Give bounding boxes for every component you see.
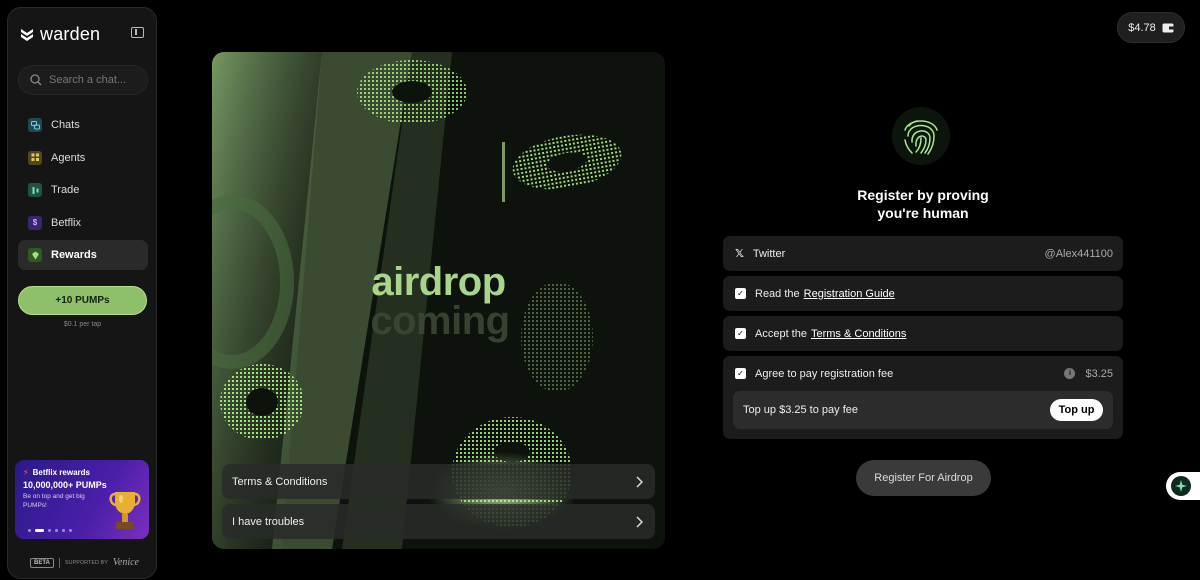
topup-button[interactable]: Top up [1050, 399, 1103, 421]
logo[interactable]: warden [20, 24, 100, 45]
chevron-right-icon [636, 515, 643, 528]
twitter-handle: @Alex441100 [1044, 247, 1113, 260]
sidebar-item-trade[interactable]: Trade [18, 175, 148, 205]
search-icon [30, 74, 42, 86]
hero-subtitle: is coming [327, 299, 510, 343]
troubles-row[interactable]: I have troubles [222, 504, 655, 539]
row-label: I have troubles [232, 515, 305, 528]
sidebar: warden Chats Agents Trade [7, 7, 157, 579]
chat-icon [28, 118, 42, 132]
twitter-label: Twitter [752, 247, 786, 260]
promo-description: Be on top and get big PUMPs! [23, 493, 85, 509]
sidebar-item-label: Rewards [51, 249, 97, 261]
register-airdrop-button[interactable]: Register For Airdrop [856, 460, 991, 496]
sidebar-item-rewards[interactable]: Rewards [18, 240, 148, 270]
chevron-right-icon [636, 475, 643, 488]
promo-title-text: Betflix rewards [32, 468, 90, 477]
sidebar-item-betflix[interactable]: $ Betflix [18, 208, 148, 238]
sidebar-item-label: Betflix [51, 216, 81, 229]
twitter-row[interactable]: 𝕏 Twitter @Alex441100 [723, 236, 1123, 271]
fee-checkbox[interactable]: ✓ [735, 368, 746, 379]
pump-tap-button[interactable]: +10 PUMPs [18, 286, 147, 315]
wallet-balance-button[interactable]: $4.78 [1117, 12, 1185, 43]
collapse-sidebar-icon[interactable] [131, 27, 144, 38]
fee-label: Agree to pay registration fee [755, 367, 894, 380]
topup-row: Top up $3.25 to pay fee Top up [733, 391, 1113, 429]
carousel-dot[interactable] [69, 529, 72, 532]
betflix-promo-card[interactable]: ⚡ Betflix rewards 10,000,000+ PUMPs Be o… [15, 460, 149, 539]
search-bar[interactable] [18, 65, 148, 95]
promo-title: ⚡ Betflix rewards [23, 468, 141, 477]
carousel-dot[interactable] [55, 529, 58, 532]
balance-amount: $4.78 [1128, 21, 1156, 34]
fee-amount: $3.25 [1085, 367, 1113, 380]
terms-prefix: Accept the [755, 327, 807, 340]
carousel-dot[interactable] [62, 529, 65, 532]
carousel-dot[interactable] [28, 529, 31, 532]
guide-checkbox[interactable]: ✓ [735, 288, 746, 299]
carousel-dot[interactable] [48, 529, 51, 532]
sidebar-footer: BETA SUPPORTED BY Venice [30, 557, 139, 568]
guide-prefix: Read the [755, 287, 800, 300]
logo-text: warden [40, 24, 101, 44]
sidebar-nav: Chats Agents Trade $ Betflix Rewards [18, 110, 148, 273]
registration-guide-link[interactable]: Registration Guide [804, 288, 895, 300]
register-title: Register by proving you're human [723, 186, 1123, 222]
trophy-icon [109, 492, 141, 529]
terms-checkbox[interactable]: ✓ [735, 328, 746, 339]
divider [58, 557, 60, 568]
carousel-dots[interactable] [28, 529, 72, 532]
register-title-line1: Register by proving [857, 187, 989, 203]
guide-row[interactable]: ✓ Read the Registration Guide [723, 276, 1123, 311]
beta-badge: BETA [30, 557, 54, 568]
register-title-line2: you're human [877, 205, 969, 221]
search-input[interactable] [49, 74, 139, 86]
terms-conditions-link[interactable]: Terms & Conditions [811, 328, 906, 340]
betflix-icon: $ [28, 215, 42, 230]
sidebar-item-chats[interactable]: Chats [18, 110, 148, 140]
venice-logo[interactable]: Venice [113, 557, 139, 568]
bolt-icon: ⚡ [23, 468, 29, 477]
fee-row[interactable]: ✓ Agree to pay registration fee i $3.25 [735, 356, 1113, 391]
topup-text: Top up $3.25 to pay fee [743, 404, 858, 416]
warden-logo-icon [21, 28, 33, 41]
row-label: Terms & Conditions [232, 475, 328, 488]
wallet-icon [1162, 23, 1174, 33]
rewards-icon [28, 248, 42, 262]
pump-rate-text: $0.1 per tap [63, 321, 102, 328]
agents-icon [28, 150, 42, 165]
fingerprint-icon [892, 107, 950, 165]
supported-by-text: SUPPORTED BY [64, 559, 108, 566]
sparkle-icon [1171, 476, 1191, 496]
assistant-launcher[interactable] [1166, 472, 1200, 500]
trade-icon [28, 183, 42, 197]
info-icon[interactable]: i [1064, 368, 1076, 379]
sidebar-item-label: Trade [51, 184, 80, 196]
carousel-dot-active[interactable] [35, 529, 44, 532]
airdrop-hero-card: airdrop is coming Terms & Conditions I h… [212, 52, 665, 549]
x-icon: 𝕏 [735, 248, 744, 260]
fee-box: ✓ Agree to pay registration fee i $3.25 … [723, 356, 1123, 439]
sidebar-item-agents[interactable]: Agents [18, 143, 148, 173]
terms-row[interactable]: ✓ Accept the Terms & Conditions [723, 316, 1123, 351]
terms-conditions-row[interactable]: Terms & Conditions [222, 464, 655, 499]
sidebar-item-label: Agents [51, 151, 86, 164]
sidebar-item-label: Chats [51, 119, 80, 131]
